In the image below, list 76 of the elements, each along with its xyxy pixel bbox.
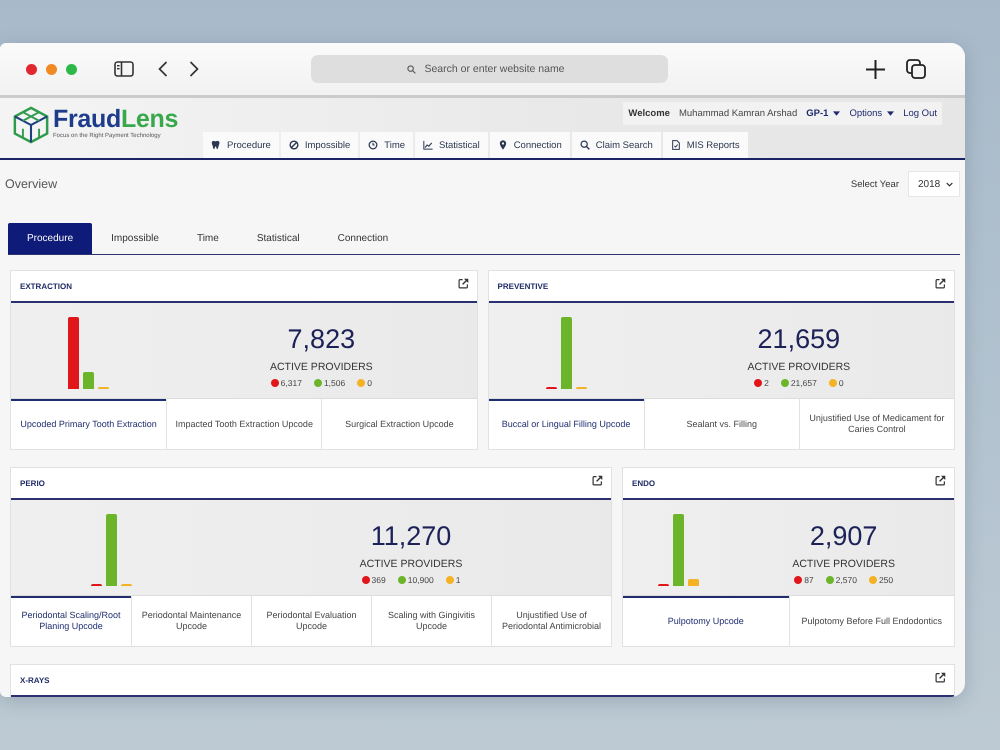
legend-value: 0 xyxy=(367,378,372,388)
category-tab[interactable]: Statistical xyxy=(238,223,319,254)
plus-icon[interactable] xyxy=(866,60,885,78)
nav-tab[interactable]: Impossible xyxy=(280,132,358,158)
stacked-squares-icon[interactable] xyxy=(906,59,926,79)
clock-icon xyxy=(368,140,378,150)
line-chart-icon xyxy=(423,140,434,150)
legend-value: 1 xyxy=(456,575,460,585)
external-link-icon[interactable] xyxy=(458,278,468,289)
legend-value: 6,317 xyxy=(280,378,302,388)
legend-value: 2 xyxy=(764,378,769,388)
back-chevron-icon[interactable] xyxy=(158,61,168,77)
provider-bar xyxy=(688,579,699,586)
legend-value: 0 xyxy=(838,378,844,388)
card-title: X-RAYS xyxy=(20,676,50,684)
provider-bar xyxy=(560,317,572,389)
nav-tab[interactable]: MIS Reports xyxy=(662,132,748,158)
provider-count: 21,659 xyxy=(758,326,840,353)
card-title: ENDO xyxy=(632,478,656,488)
provider-count: 11,270 xyxy=(370,523,452,550)
legend-value: 2,570 xyxy=(836,575,857,585)
year-label: Select Year xyxy=(850,178,899,190)
count-label: ACTIVE PROVIDERS xyxy=(792,558,896,570)
category-tab[interactable]: Connection xyxy=(318,223,408,254)
external-link-icon[interactable] xyxy=(935,278,946,289)
nav-tab[interactable]: Connection xyxy=(490,132,570,158)
caret-icon xyxy=(833,111,840,116)
external-link-icon[interactable] xyxy=(935,672,946,683)
provider-bar xyxy=(68,317,80,389)
legend-value: 369 xyxy=(372,575,386,585)
welcome-label: Welcome xyxy=(628,108,670,119)
tooth-icon xyxy=(211,140,221,150)
caret-icon xyxy=(887,111,894,116)
provider-bar xyxy=(106,514,116,586)
legend-value: 250 xyxy=(878,575,894,585)
forward-chevron-icon[interactable] xyxy=(189,61,199,77)
provider-count: 7,823 xyxy=(288,326,356,353)
ban-icon xyxy=(288,140,299,150)
cube-logo-icon[interactable] xyxy=(12,106,50,144)
category-tab[interactable]: Impossible xyxy=(92,223,178,254)
logout-link[interactable]: Log Out xyxy=(903,108,937,119)
search-icon xyxy=(407,65,416,74)
category-tab[interactable]: Procedure xyxy=(8,223,92,254)
map-pin-icon xyxy=(498,140,508,150)
count-label: ACTIVE PROVIDERS xyxy=(270,361,373,373)
nav-tab[interactable]: Time xyxy=(360,132,414,158)
group-menu[interactable]: GP-1 xyxy=(806,108,840,119)
nav-tab[interactable]: Claim Search xyxy=(572,132,661,158)
search-icon xyxy=(580,140,590,150)
count-label: ACTIVE PROVIDERS xyxy=(360,558,462,570)
legend-value: 21,657 xyxy=(790,378,817,388)
provider-bar xyxy=(672,514,684,586)
options-menu[interactable]: Options xyxy=(849,108,894,119)
user-name: Muhammad Kamran Arshad xyxy=(678,108,798,119)
card-title: PREVENTIVE xyxy=(498,282,548,290)
document-icon xyxy=(670,140,681,150)
provider-bar xyxy=(83,372,94,389)
category-tab[interactable]: Time xyxy=(178,223,238,254)
close-window-icon[interactable] xyxy=(26,64,37,74)
chevron-down-icon xyxy=(946,182,953,186)
nav-tab[interactable]: Statistical xyxy=(415,132,488,158)
nav-tab[interactable]: Procedure xyxy=(203,132,279,158)
year-select[interactable]: 2018 xyxy=(908,171,960,197)
external-link-icon[interactable] xyxy=(935,475,946,486)
count-label: ACTIVE PROVIDERS xyxy=(747,361,850,373)
brand-name: FraudLens xyxy=(53,106,178,132)
legend-value: 10,900 xyxy=(408,575,434,585)
card-title: PERIO xyxy=(20,478,45,488)
page-title: Overview xyxy=(5,177,58,191)
legend-value: 1,506 xyxy=(324,378,346,388)
sidebar-toggle-icon[interactable] xyxy=(114,61,134,77)
card-title: EXTRACTION xyxy=(20,282,72,290)
external-link-icon[interactable] xyxy=(592,475,603,486)
provider-count: 2,907 xyxy=(810,523,878,550)
legend-value: 87 xyxy=(804,575,814,585)
address-field[interactable]: Search or enter website name xyxy=(311,55,668,83)
